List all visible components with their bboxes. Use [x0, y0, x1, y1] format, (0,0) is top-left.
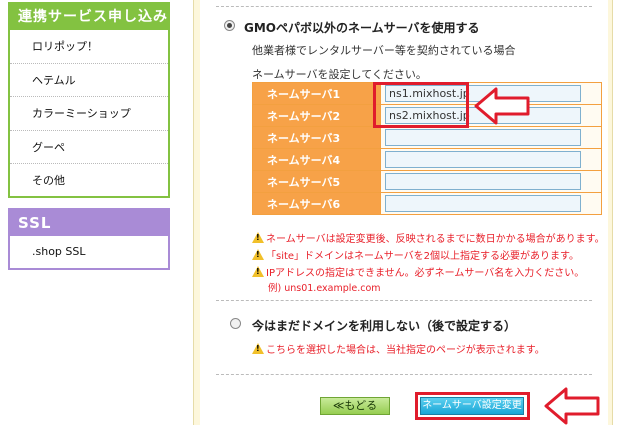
nameserver-label: ネームサーバ2	[252, 104, 381, 127]
nameserver-label: ネームサーバ3	[252, 126, 381, 149]
option-other-nameserver-label: GMOペパボ以外のネームサーバを使用する	[244, 21, 480, 35]
ssl-box: SSL .shop SSL	[8, 208, 170, 270]
table-row: ネームサーバ6	[252, 192, 602, 215]
arrow-left-icon	[544, 387, 600, 425]
sidebar-item-goope[interactable]: グーペ	[10, 131, 168, 164]
warning-text: こちらを選択した場合は、当社指定のページが表示されます。	[266, 345, 545, 356]
warning-icon	[252, 266, 264, 277]
warning-propagation: ネームサーバは設定変更後、反映されるまでに数日かかる場合があります。	[252, 230, 605, 245]
submit-highlight-box	[415, 392, 530, 420]
nameserver-label: ネームサーバ4	[252, 148, 381, 171]
warning-use-later: こちらを選択した場合は、当社指定のページが表示されます。	[252, 341, 545, 356]
nameserver-label: ネームサーバ5	[252, 170, 381, 193]
radio-other-nameserver[interactable]	[224, 20, 235, 31]
partner-services-title: 連携サービス申し込み	[10, 4, 168, 30]
table-row: ネームサーバ5	[252, 170, 602, 193]
nameserver-prompt: ネームサーバを設定してください。	[252, 68, 427, 81]
sidebar-item-shop-ssl[interactable]: .shop SSL	[10, 236, 168, 268]
settings-form: GMOペパボ以外のネームサーバを使用する 他業者様でレンタルサーバー等を契約され…	[200, 0, 608, 425]
sidebar-item-colormeshop[interactable]: カラーミーショップ	[10, 97, 168, 131]
divider	[216, 374, 592, 375]
back-button[interactable]: ≪もどる	[320, 397, 390, 415]
warning-text: 「site」ドメインはネームサーバを2個以上指定する必要があります。	[266, 251, 580, 262]
warning-text: ネームサーバは設定変更後、反映されるまでに数日かかる場合があります。	[266, 234, 605, 245]
nameserver5-input[interactable]	[385, 173, 581, 190]
nameserver6-input[interactable]	[385, 195, 581, 212]
warning-ip-address: IPアドレスの指定はできません。必ずネームサーバ名を入力ください。	[252, 264, 584, 279]
warning-icon	[252, 343, 264, 354]
nameserver-label: ネームサーバ6	[252, 192, 381, 215]
example-nameserver: 例) uns01.example.com	[268, 283, 381, 294]
divider	[216, 6, 592, 7]
sidebar-item-heteml[interactable]: ヘテムル	[10, 64, 168, 97]
radio-use-later[interactable]	[230, 318, 241, 329]
table-row: ネームサーバ3	[252, 126, 602, 149]
nameserver3-input[interactable]	[385, 129, 581, 146]
arrow-left-icon	[474, 87, 530, 125]
warning-icon	[252, 232, 264, 243]
warning-site-domain: 「site」ドメインはネームサーバを2個以上指定する必要があります。	[252, 247, 579, 262]
sidebar-item-other[interactable]: その他	[10, 164, 168, 198]
partner-services-box: 連携サービス申し込み ロリポップ！ ヘテムル カラーミーショップ グーペ その他	[8, 2, 170, 198]
nameserver-highlight-box	[373, 82, 469, 128]
nameserver-label: ネームサーバ1	[252, 82, 381, 105]
option-other-description: 他業者様でレンタルサーバー等を契約されている場合	[252, 44, 516, 57]
warning-icon	[252, 249, 264, 260]
option-use-later-label: 今はまだドメインを利用しない（後で設定する）	[252, 319, 517, 333]
main-panel: GMOペパボ以外のネームサーバを使用する 他業者様でレンタルサーバー等を契約され…	[193, 0, 613, 425]
table-row: ネームサーバ4	[252, 148, 602, 171]
divider	[216, 300, 592, 301]
ssl-title: SSL	[10, 210, 168, 236]
nameserver4-input[interactable]	[385, 151, 581, 168]
sidebar-item-lolipop[interactable]: ロリポップ！	[10, 30, 168, 64]
warning-text: IPアドレスの指定はできません。必ずネームサーバ名を入力ください。	[266, 268, 585, 279]
